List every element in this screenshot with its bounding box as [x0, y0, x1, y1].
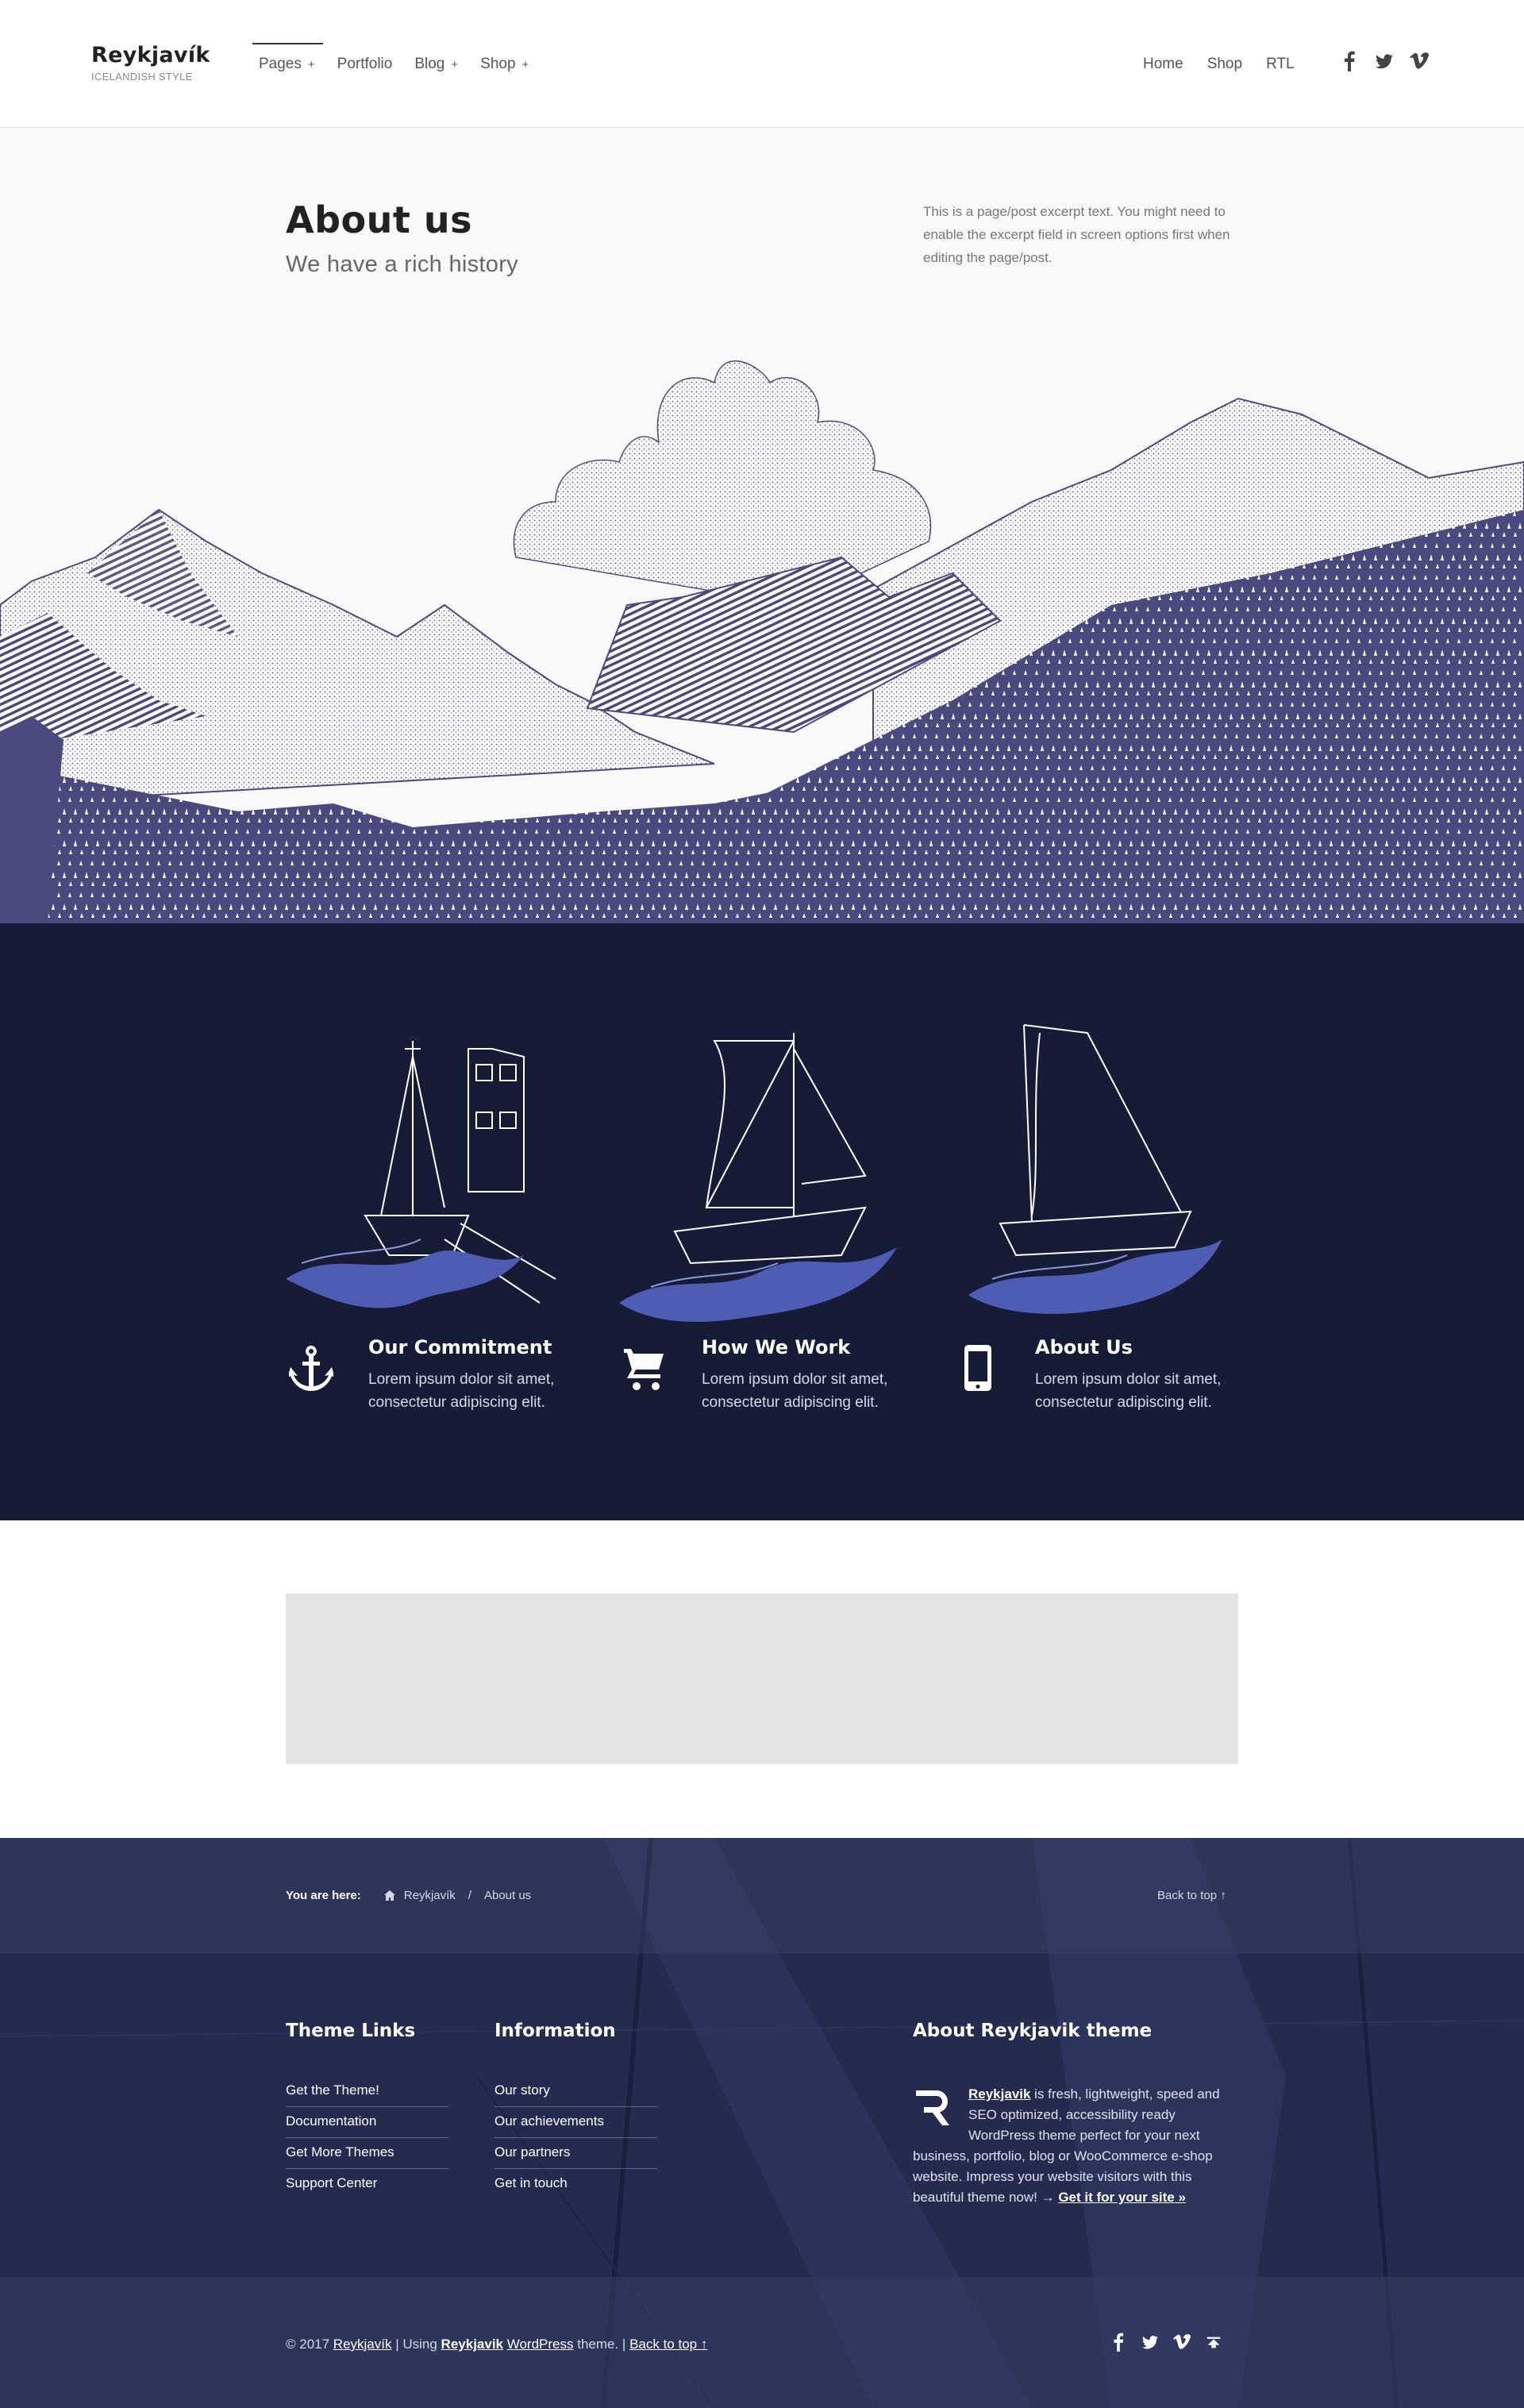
- about-theme-description: is fresh, lightweight, speed and SEO opt…: [913, 2086, 1220, 2205]
- footer-column-title: Theme Links: [286, 2021, 416, 2041]
- features-section: Our Commitment Lorem ipsum dolor sit ame…: [0, 923, 1524, 1520]
- content-placeholder-block: [286, 1593, 1238, 1764]
- nav-item-pages[interactable]: Pages +: [252, 43, 323, 86]
- vimeo-icon[interactable]: [1410, 51, 1429, 71]
- nav-item-label: Shop: [480, 56, 516, 72]
- feature-title: How We Work: [702, 1336, 851, 1358]
- nav-item-portfolio[interactable]: Portfolio: [331, 43, 401, 86]
- footer-column-title: About Reykjavik theme: [913, 2021, 1153, 2041]
- site-branding[interactable]: Reykjavík ICELANDISH STYLE: [91, 43, 210, 83]
- primary-nav: Pages + Portfolio Blog + Shop +: [252, 43, 545, 86]
- nav-item-label: Portfolio: [337, 56, 393, 72]
- breadcrumb-current: About us: [483, 1889, 532, 1902]
- content-section: [0, 1520, 1524, 1838]
- site-title[interactable]: Reykjavík: [91, 43, 210, 67]
- sailing-ship-illustration: [968, 1024, 1222, 1314]
- copyright-prefix: © 2017: [286, 2337, 333, 2352]
- feature-our-commitment: Our Commitment Lorem ipsum dolor sit ame…: [287, 1336, 591, 1431]
- footer-link[interactable]: Documentation: [286, 2107, 448, 2138]
- secondary-nav-shop[interactable]: Shop: [1207, 56, 1242, 73]
- mountain-landscape-illustration: [0, 360, 1524, 923]
- page-subtitle: We have a rich history: [286, 252, 518, 277]
- facebook-icon[interactable]: [1110, 2333, 1127, 2352]
- copyright-back-to-top[interactable]: Back to top ↑: [629, 2337, 707, 2352]
- feature-about-us: About Us Lorem ipsum dolor sit amet, con…: [956, 1336, 1257, 1431]
- feature-title: About Us: [1035, 1336, 1133, 1358]
- breadcrumb: You are here: Reykjavík / About us: [286, 1889, 531, 1902]
- facebook-icon[interactable]: [1340, 51, 1359, 71]
- footer-link[interactable]: Our story: [495, 2076, 657, 2107]
- copyright-separator: theme. |: [573, 2337, 630, 2352]
- page-title: About us: [286, 198, 473, 241]
- mobile-icon: [956, 1344, 1000, 1392]
- footer-social-links: [1110, 2333, 1222, 2352]
- sailboat-illustration: [619, 1033, 897, 1322]
- breadcrumb-prefix: You are here:: [286, 1889, 361, 1902]
- copyright-theme-link[interactable]: Reykjavik: [441, 2337, 503, 2352]
- footer-link[interactable]: Get in touch: [495, 2169, 657, 2200]
- about-theme-brand-link[interactable]: Reykjavik: [968, 2086, 1030, 2102]
- footer-bottom-bar: © 2017 Reykjavík | Using Reykjavik WordP…: [0, 2277, 1524, 2408]
- nav-item-label: Blog: [414, 56, 445, 72]
- copyright-wordpress-link[interactable]: WordPress: [507, 2337, 574, 2352]
- get-theme-link[interactable]: Get it for your site »: [1058, 2190, 1186, 2205]
- secondary-nav: Home Shop RTL: [1143, 56, 1295, 73]
- footer-link[interactable]: Our achievements: [495, 2107, 657, 2138]
- back-to-top-icon[interactable]: [1205, 2333, 1222, 2352]
- feature-text: Lorem ipsum dolor sit amet, consectetur …: [702, 1371, 888, 1411]
- copyright-text: © 2017 Reykjavík | Using Reykjavik WordP…: [286, 2337, 707, 2352]
- secondary-nav-home[interactable]: Home: [1143, 56, 1183, 73]
- boat-harbour-illustration: [286, 1041, 556, 1308]
- about-theme-text: Reykjavik is fresh, lightweight, speed a…: [913, 2084, 1230, 2208]
- site-footer: You are here: Reykjavík / About us Back …: [0, 1838, 1524, 2408]
- footer-link[interactable]: Support Center: [286, 2169, 448, 2200]
- footer-link[interactable]: Get the Theme!: [286, 2076, 448, 2107]
- nav-item-shop[interactable]: Shop +: [474, 43, 537, 86]
- page-hero: About us We have a rich history This is …: [0, 129, 1524, 923]
- copyright-site-link[interactable]: Reykjavík: [333, 2337, 392, 2352]
- copyright-separator: | Using: [391, 2337, 441, 2352]
- feature-text: Lorem ipsum dolor sit amet, consectetur …: [368, 1371, 555, 1411]
- site-header: Reykjavík ICELANDISH STYLE Pages + Portfo…: [0, 0, 1524, 128]
- footer-column-information: Information Our story Our achievements O…: [495, 2021, 657, 2200]
- submenu-plus-icon: +: [307, 58, 315, 71]
- header-social-links: [1340, 51, 1429, 71]
- page-excerpt: This is a page/post excerpt text. You mi…: [923, 204, 1230, 265]
- feature-how-we-work: How We Work Lorem ipsum dolor sit amet, …: [622, 1336, 924, 1431]
- back-to-top-link[interactable]: Back to top ↑: [1157, 1889, 1226, 1902]
- footer-link[interactable]: Get More Themes: [286, 2138, 448, 2169]
- breadcrumb-home-link[interactable]: Reykjavík: [404, 1889, 456, 1902]
- submenu-plus-icon: +: [451, 58, 459, 71]
- nav-item-blog[interactable]: Blog +: [408, 43, 466, 86]
- breadcrumb-separator: /: [468, 1889, 471, 1902]
- twitter-icon[interactable]: [1375, 51, 1394, 71]
- cart-icon: [622, 1344, 667, 1392]
- footer-link[interactable]: Our partners: [495, 2138, 657, 2169]
- reykjavik-logo-icon: [916, 2090, 949, 2125]
- footer-column-theme-links: Theme Links Get the Theme! Documentation…: [286, 2021, 448, 2200]
- breadcrumb-bar: You are here: Reykjavík / About us Back …: [0, 1838, 1524, 1954]
- vimeo-icon[interactable]: [1173, 2333, 1191, 2352]
- footer-column-about: About Reykjavik theme: [913, 2021, 1152, 2076]
- secondary-nav-rtl[interactable]: RTL: [1266, 56, 1295, 73]
- feature-text: Lorem ipsum dolor sit amet, consectetur …: [1035, 1371, 1222, 1411]
- site-tagline: ICELANDISH STYLE: [91, 71, 193, 83]
- feature-title: Our Commitment: [368, 1336, 552, 1358]
- home-icon: [383, 1890, 395, 1901]
- anchor-icon: [287, 1344, 335, 1392]
- submenu-plus-icon: +: [521, 58, 529, 71]
- footer-column-title: Information: [495, 2021, 616, 2041]
- nav-item-label: Pages: [259, 56, 302, 72]
- twitter-icon[interactable]: [1141, 2333, 1159, 2352]
